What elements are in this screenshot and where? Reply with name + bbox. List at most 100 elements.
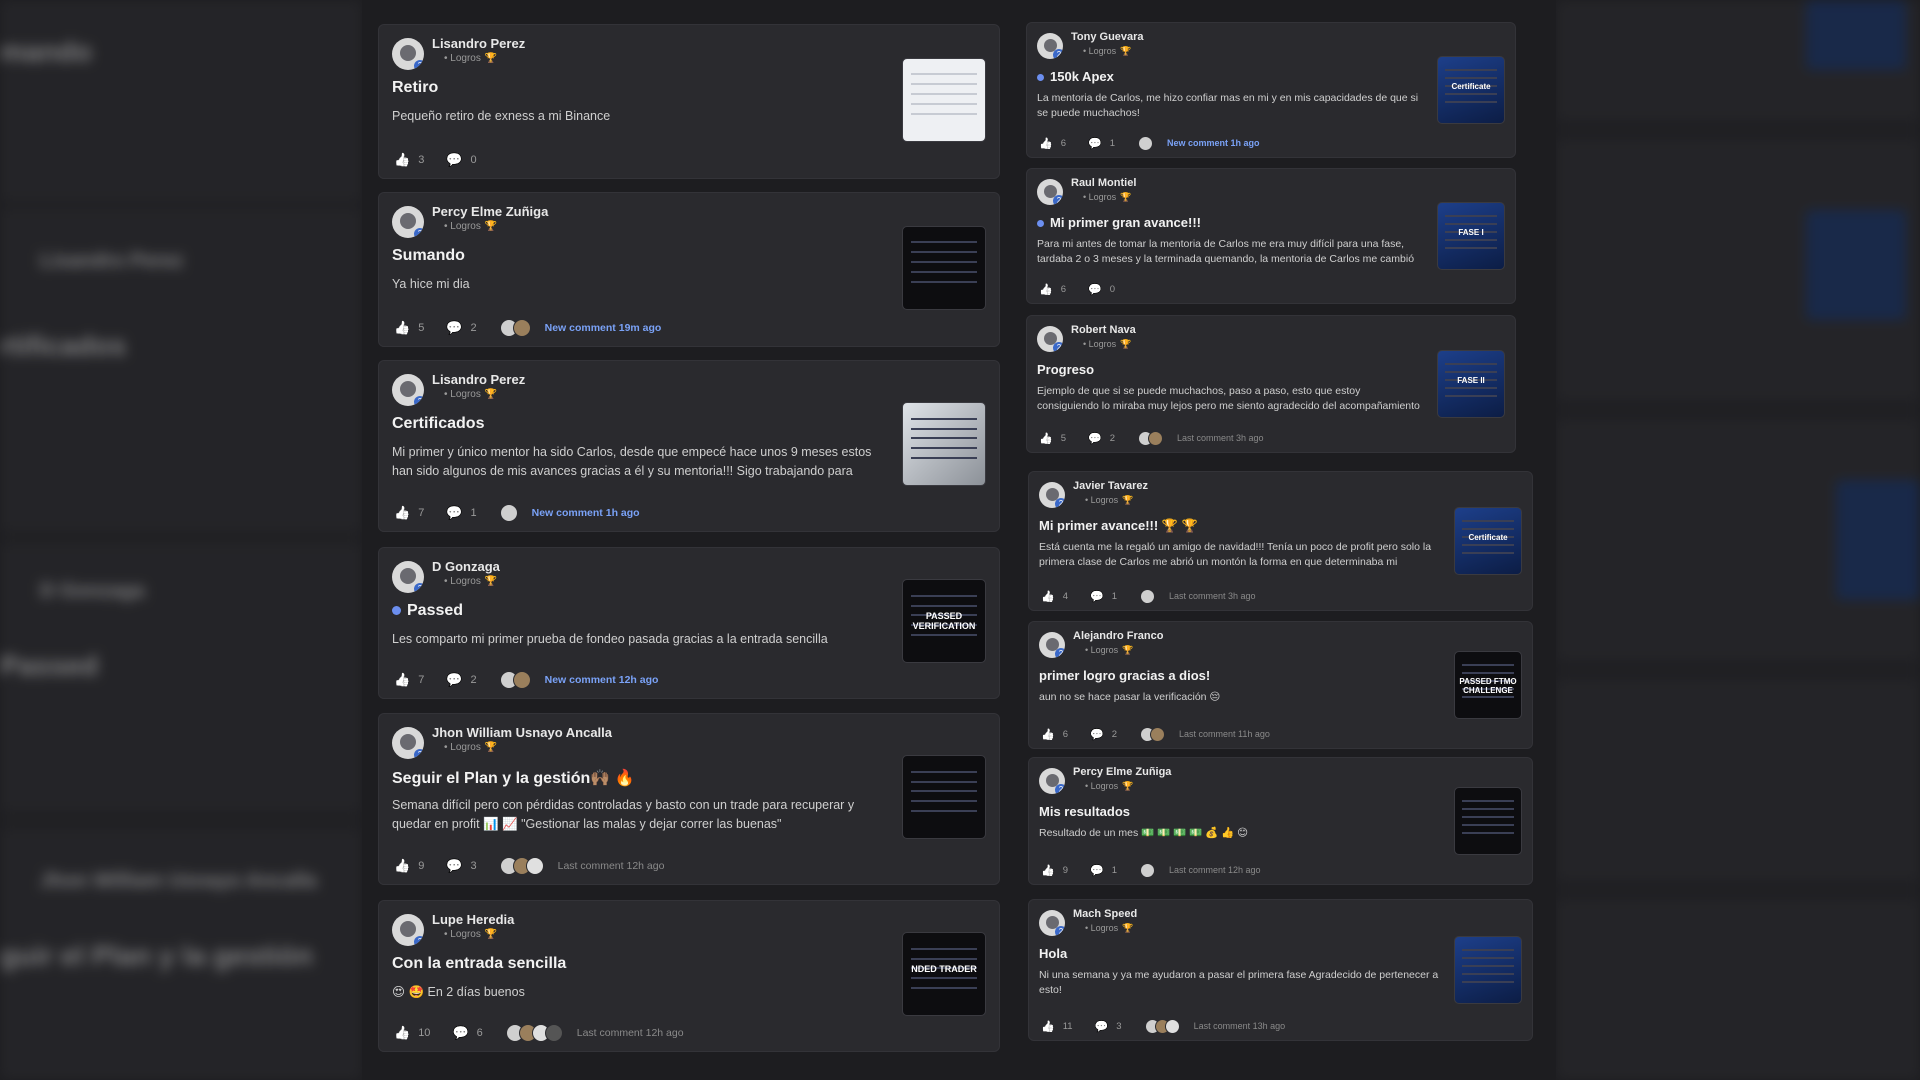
post-card[interactable]: 2 Tony Guevara • Logros 🏆 150k Apex La mentor… [1026, 22, 1516, 158]
post-category[interactable]: • Logros 🏆 [444, 742, 497, 753]
author-avatar[interactable]: 2 [392, 206, 424, 238]
commenter-avatars[interactable] [505, 1024, 563, 1042]
like-icon[interactable]: 👍 [394, 672, 410, 688]
post-card[interactable]: 2 Percy Elme Zuñiga • Logros 🏆 Sumando Ya hic… [378, 192, 1000, 347]
post-category[interactable]: • Logros 🏆 [1083, 192, 1131, 203]
author-name[interactable]: Lupe Heredia [432, 912, 514, 927]
receipt-screenshot-thumbnail[interactable] [902, 57, 986, 142]
like-icon[interactable]: 👍 [394, 152, 410, 168]
certificate-thumbnail[interactable]: Certificate [1454, 507, 1522, 575]
comment-icon[interactable]: 💬 [446, 858, 462, 874]
post-title[interactable]: Retiro [392, 79, 438, 97]
commenter-avatars[interactable] [1144, 1018, 1180, 1034]
post-card[interactable]: 2 Mach Speed • Logros 🏆 Hola Ni una semana y … [1028, 899, 1533, 1041]
author-name[interactable]: Percy Elme Zuñiga [1073, 766, 1171, 778]
like-icon[interactable]: 👍 [1039, 432, 1053, 445]
post-card[interactable]: 2 Lupe Heredia • Logros 🏆 Con la entrada sen… [378, 900, 1000, 1052]
new-comment-link[interactable]: New comment 12h ago [545, 674, 659, 686]
post-category[interactable]: • Logros 🏆 [444, 53, 497, 64]
post-card[interactable]: 2 Alejandro Franco • Logros 🏆 primer logro g… [1028, 621, 1533, 749]
post-title[interactable]: Certificados [392, 415, 484, 433]
post-card[interactable]: 2 Lisandro Perez • Logros 🏆 Certificados Mi p… [378, 360, 1000, 532]
commenter-avatars[interactable] [1140, 862, 1155, 878]
commenter-avatars[interactable] [499, 319, 531, 337]
post-card[interactable]: 2 Javier Tavarez • Logros 🏆 Mi primer avance… [1028, 471, 1533, 611]
author-avatar[interactable]: 2 [1037, 179, 1063, 205]
comment-icon[interactable]: 💬 [1088, 283, 1102, 296]
new-comment-link[interactable]: New comment 1h ago [1167, 138, 1260, 148]
author-avatar[interactable]: 2 [392, 914, 424, 946]
author-avatar[interactable]: 2 [1039, 482, 1065, 508]
like-icon[interactable]: 👍 [1041, 1020, 1055, 1033]
author-name[interactable]: Robert Nava [1071, 324, 1136, 336]
author-name[interactable]: Tony Guevara [1071, 31, 1144, 43]
passed-verification-thumbnail[interactable]: PASSED VERIFICATION [902, 579, 986, 663]
fase-i-thumbnail[interactable]: FASE I [1437, 202, 1505, 270]
author-name[interactable]: Jhon William Usnayo Ancalla [432, 725, 612, 740]
comment-icon[interactable]: 💬 [446, 152, 462, 168]
comment-icon[interactable]: 💬 [1095, 1020, 1109, 1033]
author-avatar[interactable]: 2 [1039, 632, 1065, 658]
post-card[interactable]: 2 D Gonzaga • Logros 🏆 Passed Les comparto mi… [378, 547, 1000, 699]
author-name[interactable]: Mach Speed [1073, 908, 1137, 920]
like-icon[interactable]: 👍 [394, 1025, 410, 1041]
like-icon[interactable]: 👍 [1041, 728, 1055, 741]
author-avatar[interactable]: 2 [392, 38, 424, 70]
author-avatar[interactable]: 2 [392, 374, 424, 406]
comment-icon[interactable]: 💬 [1088, 137, 1102, 150]
commenter-avatars[interactable] [499, 857, 544, 875]
comment-icon[interactable]: 💬 [1090, 864, 1104, 877]
new-comment-link[interactable]: New comment 19m ago [545, 322, 662, 334]
commenter-avatars[interactable] [1138, 135, 1153, 151]
comment-icon[interactable]: 💬 [446, 505, 462, 521]
results-table-thumbnail[interactable] [1454, 787, 1522, 855]
post-title[interactable]: primer logro gracias a dios! [1039, 668, 1210, 683]
comment-icon[interactable]: 💬 [446, 672, 462, 688]
ftmo-challenge-thumbnail[interactable]: PASSED FTMO CHALLENGE [1454, 651, 1522, 719]
like-icon[interactable]: 👍 [394, 858, 410, 874]
post-category[interactable]: • Logros 🏆 [1085, 495, 1133, 506]
post-category[interactable]: • Logros 🏆 [444, 389, 497, 400]
post-category[interactable]: • Logros 🏆 [444, 221, 497, 232]
post-card[interactable]: 2 Percy Elme Zuñiga • Logros 🏆 Mis resultado… [1028, 757, 1533, 885]
author-name[interactable]: Percy Elme Zuñiga [432, 204, 548, 219]
post-card[interactable]: 2 Raul Montiel • Logros 🏆 Mi primer gran ava… [1026, 168, 1516, 304]
fase-ii-thumbnail[interactable]: FASE II [1437, 350, 1505, 418]
commenter-avatars[interactable] [499, 671, 531, 689]
post-title[interactable]: Hola [1039, 946, 1067, 961]
post-title[interactable]: Sumando [392, 247, 465, 265]
like-icon[interactable]: 👍 [1041, 590, 1055, 603]
post-category[interactable]: • Logros 🏆 [444, 576, 497, 587]
congratulations-thumbnail[interactable] [1454, 936, 1522, 1004]
author-avatar[interactable]: 2 [392, 561, 424, 593]
certificate-thumbnail[interactable]: Certificate [1437, 56, 1505, 124]
post-title[interactable]: Mi primer gran avance!!! [1037, 215, 1201, 230]
certificates-photo-thumbnail[interactable] [902, 402, 986, 486]
trade-list-thumbnail[interactable] [902, 755, 986, 839]
author-avatar[interactable]: 2 [1039, 910, 1065, 936]
comment-icon[interactable]: 💬 [1090, 590, 1104, 603]
post-category[interactable]: • Logros 🏆 [444, 929, 497, 940]
like-icon[interactable]: 👍 [394, 320, 410, 336]
post-card[interactable]: 2 Robert Nava • Logros 🏆 Progreso Ejemplo de … [1026, 315, 1516, 453]
commenter-avatars[interactable] [499, 504, 518, 522]
post-category[interactable]: • Logros 🏆 [1083, 339, 1131, 350]
post-category[interactable]: • Logros 🏆 [1085, 781, 1133, 792]
post-card[interactable]: 2 Lisandro Perez • Logros 🏆 Retiro Pequeño re… [378, 24, 1000, 179]
post-title[interactable]: 150k Apex [1037, 69, 1114, 84]
comment-icon[interactable]: 💬 [446, 320, 462, 336]
author-avatar[interactable]: 2 [1039, 768, 1065, 794]
author-avatar[interactable]: 2 [1037, 326, 1063, 352]
like-icon[interactable]: 👍 [1039, 283, 1053, 296]
new-comment-link[interactable]: New comment 1h ago [532, 507, 640, 519]
post-card[interactable]: 2 Jhon William Usnayo Ancalla • Logros 🏆 Seg… [378, 713, 1000, 885]
post-title[interactable]: Mi primer avance!!! 🏆 🏆 [1039, 518, 1198, 534]
post-title[interactable]: Progreso [1037, 362, 1094, 377]
author-name[interactable]: D Gonzaga [432, 559, 500, 574]
like-icon[interactable]: 👍 [1039, 137, 1053, 150]
author-avatar[interactable]: 2 [392, 727, 424, 759]
post-category[interactable]: • Logros 🏆 [1085, 923, 1133, 934]
post-title[interactable]: Mis resultados [1039, 804, 1130, 819]
author-name[interactable]: Javier Tavarez [1073, 480, 1148, 492]
post-title[interactable]: Passed [392, 602, 463, 620]
